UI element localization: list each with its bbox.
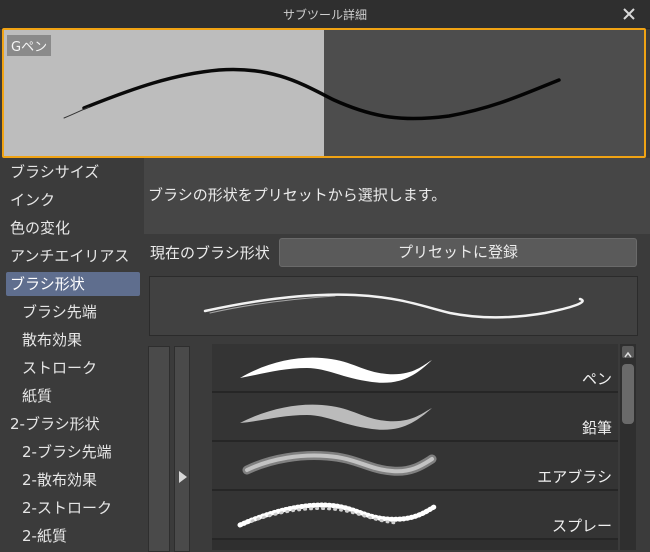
expand-arrow-icon[interactable] <box>178 470 188 484</box>
sidebar-item-paper-texture[interactable]: 紙質 <box>6 384 140 408</box>
preset-name: 鉛筆 <box>581 419 612 437</box>
sidebar-item-2-paper-texture[interactable]: 2-紙質 <box>6 524 140 548</box>
current-shape-label: 現在のブラシ形状 <box>150 244 270 262</box>
preset-list-area: ペン 鉛筆 エアブラシ スプレー <box>144 344 650 552</box>
window-title: サブツール詳細 <box>282 8 367 22</box>
scroll-up-button[interactable] <box>622 346 634 358</box>
preset-list-scrollbar[interactable] <box>620 344 636 550</box>
sidebar-item-2-stroke[interactable]: 2-ストローク <box>6 496 140 520</box>
register-preset-button[interactable]: プリセットに登録 <box>279 238 637 267</box>
preset-item-airbrush[interactable]: エアブラシ <box>212 442 618 491</box>
preset-list: ペン 鉛筆 エアブラシ スプレー <box>212 344 618 550</box>
chevron-up-icon <box>624 351 632 358</box>
close-button[interactable] <box>618 3 640 25</box>
sidebar-item-brush-tip[interactable]: ブラシ先端 <box>6 300 140 324</box>
scroll-thumb[interactable] <box>622 364 634 424</box>
tool-name-label: Gペン <box>7 35 52 56</box>
preset-item-pencil[interactable]: 鉛筆 <box>212 393 618 442</box>
preset-name: エアブラシ <box>537 468 612 486</box>
preview-stroke <box>63 67 561 121</box>
preset-name: ペン <box>581 370 612 388</box>
sidebar-item-2-spray-effect[interactable]: 2-散布効果 <box>6 468 140 492</box>
preset-item-pen[interactable]: ペン <box>212 344 618 393</box>
sidebar-item-color-change[interactable]: 色の変化 <box>6 216 140 240</box>
sidebar-item-stroke[interactable]: ストローク <box>6 356 140 380</box>
sidebar-item-spray-effect[interactable]: 散布効果 <box>6 328 140 352</box>
settings-category-list: ブラシサイズ インク 色の変化 アンチエイリアス ブラシ形状 ブラシ先端 散布効… <box>0 158 144 550</box>
sidebar-item-ink[interactable]: インク <box>6 188 140 212</box>
sidebar-item-2-brush-shape[interactable]: 2-ブラシ形状 <box>6 412 140 436</box>
preset-item-spray[interactable]: スプレー <box>212 491 618 540</box>
pen-stroke-preview <box>240 357 432 383</box>
sidebar-item-2-brush-tip[interactable]: 2-ブラシ先端 <box>6 440 140 464</box>
preset-category-strip[interactable] <box>148 346 170 552</box>
preset-subcategory-strip[interactable] <box>174 346 190 552</box>
pencil-stroke-preview <box>240 404 432 430</box>
current-shape-stroke <box>203 293 584 319</box>
stroke-preview: Gペン <box>2 28 646 158</box>
sidebar-item-anti-aliasing[interactable]: アンチエイリアス <box>6 244 140 268</box>
description-box: ブラシの形状をプリセットから選択します。 <box>144 158 650 234</box>
sidebar-item-brush-shape[interactable]: ブラシ形状 <box>6 272 140 296</box>
current-shape-preview <box>149 276 638 336</box>
preset-name: スプレー <box>551 517 612 535</box>
title-bar: サブツール詳細 <box>0 0 650 29</box>
brush-shape-panel: ブラシの形状をプリセットから選択します。 現在のブラシ形状 プリセットに登録 ペ… <box>144 158 650 552</box>
sidebar-item-brush-size[interactable]: ブラシサイズ <box>6 160 140 184</box>
close-icon <box>623 8 635 20</box>
description-text: ブラシの形状をプリセットから選択します。 <box>148 186 447 204</box>
